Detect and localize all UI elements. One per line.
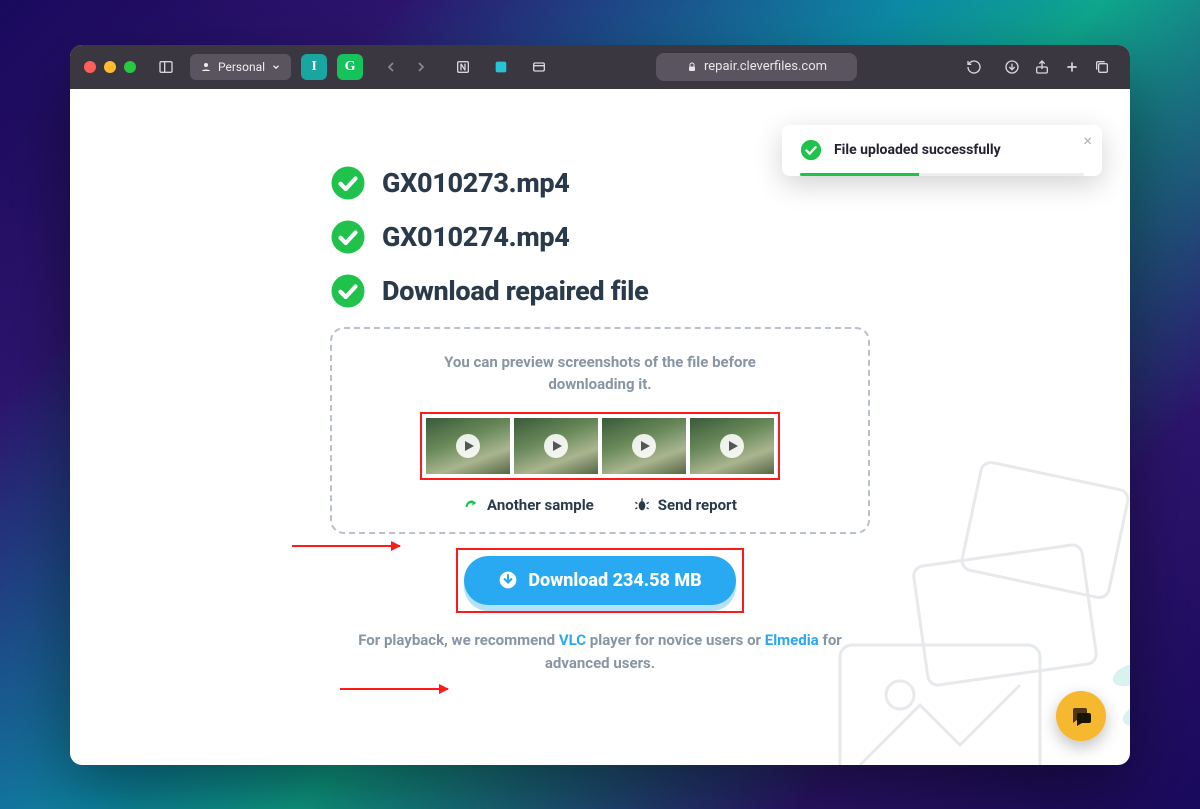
extension-grammarly-icon[interactable]: G bbox=[337, 54, 363, 80]
window-close-button[interactable] bbox=[84, 61, 96, 73]
tabs-overview-button[interactable] bbox=[1088, 53, 1116, 81]
extension-notion-icon[interactable] bbox=[449, 53, 477, 81]
send-report-button[interactable]: Send report bbox=[634, 496, 737, 514]
extension-instapaper-icon[interactable]: I bbox=[301, 54, 327, 80]
check-circle-icon bbox=[330, 165, 366, 201]
another-sample-label: Another sample bbox=[487, 496, 594, 514]
step-download-heading: Download repaired file bbox=[330, 273, 870, 309]
download-heading: Download repaired file bbox=[382, 275, 649, 307]
download-button-label: Download 234.58 MB bbox=[528, 570, 701, 591]
play-icon bbox=[456, 434, 480, 458]
window-maximize-button[interactable] bbox=[124, 61, 136, 73]
window-controls bbox=[84, 61, 136, 73]
elmedia-link[interactable]: Elmedia bbox=[765, 631, 819, 649]
extension-reader-icon[interactable] bbox=[525, 53, 553, 81]
step-file-2: GX010274.mp4 bbox=[330, 219, 870, 255]
step-file-1: GX010273.mp4 bbox=[330, 165, 870, 201]
check-circle-icon bbox=[800, 139, 822, 161]
bug-icon bbox=[634, 497, 650, 513]
downloads-button[interactable] bbox=[998, 53, 1026, 81]
window-minimize-button[interactable] bbox=[104, 61, 116, 73]
check-circle-icon bbox=[330, 273, 366, 309]
file-name-1: GX010273.mp4 bbox=[382, 167, 570, 199]
url-text: repair.cleverfiles.com bbox=[704, 59, 827, 74]
download-button[interactable]: Download 234.58 MB bbox=[464, 556, 735, 605]
toast-close-button[interactable]: × bbox=[1083, 133, 1092, 149]
file-name-2: GX010274.mp4 bbox=[382, 221, 570, 253]
annotation-highlight: Download 234.58 MB bbox=[456, 548, 743, 613]
refresh-arrow-icon bbox=[463, 497, 479, 513]
annotation-arrow bbox=[340, 688, 448, 690]
send-report-label: Send report bbox=[658, 496, 737, 514]
preview-thumbnail[interactable] bbox=[690, 418, 774, 474]
lock-icon bbox=[686, 61, 698, 73]
play-icon bbox=[544, 434, 568, 458]
preview-thumbnail[interactable] bbox=[514, 418, 598, 474]
check-circle-icon bbox=[330, 219, 366, 255]
preview-thumbnail[interactable] bbox=[602, 418, 686, 474]
toast-message: File uploaded successfully bbox=[834, 142, 1001, 158]
new-tab-button[interactable] bbox=[1058, 53, 1086, 81]
preview-thumbnail[interactable] bbox=[426, 418, 510, 474]
page-content: × File uploaded successfully GX010273.mp… bbox=[70, 89, 1130, 765]
profile-picker[interactable]: Personal bbox=[190, 54, 291, 80]
another-sample-button[interactable]: Another sample bbox=[463, 496, 594, 514]
profile-label: Personal bbox=[218, 60, 265, 74]
chat-fab[interactable] bbox=[1056, 691, 1106, 741]
download-icon bbox=[498, 570, 518, 590]
reload-button[interactable] bbox=[960, 53, 988, 81]
preview-thumbnails bbox=[420, 412, 780, 480]
preview-hint: You can preview screenshots of the file … bbox=[440, 351, 760, 396]
chat-icon bbox=[1069, 704, 1093, 728]
play-icon bbox=[720, 434, 744, 458]
play-icon bbox=[632, 434, 656, 458]
browser-window: Personal I G repair.cleverfiles.com bbox=[70, 45, 1130, 765]
vlc-link[interactable]: VLC bbox=[559, 631, 586, 649]
sidebar-toggle-icon[interactable] bbox=[152, 53, 180, 81]
address-bar[interactable]: repair.cleverfiles.com bbox=[656, 53, 857, 81]
preview-panel: You can preview screenshots of the file … bbox=[330, 327, 870, 534]
share-button[interactable] bbox=[1028, 53, 1056, 81]
extension-todoist-icon[interactable] bbox=[487, 53, 515, 81]
playback-recommendation: For playback, we recommend VLC player fo… bbox=[330, 629, 870, 676]
nav-back-button[interactable] bbox=[377, 53, 405, 81]
titlebar: Personal I G repair.cleverfiles.com bbox=[70, 45, 1130, 89]
nav-forward-button[interactable] bbox=[407, 53, 435, 81]
